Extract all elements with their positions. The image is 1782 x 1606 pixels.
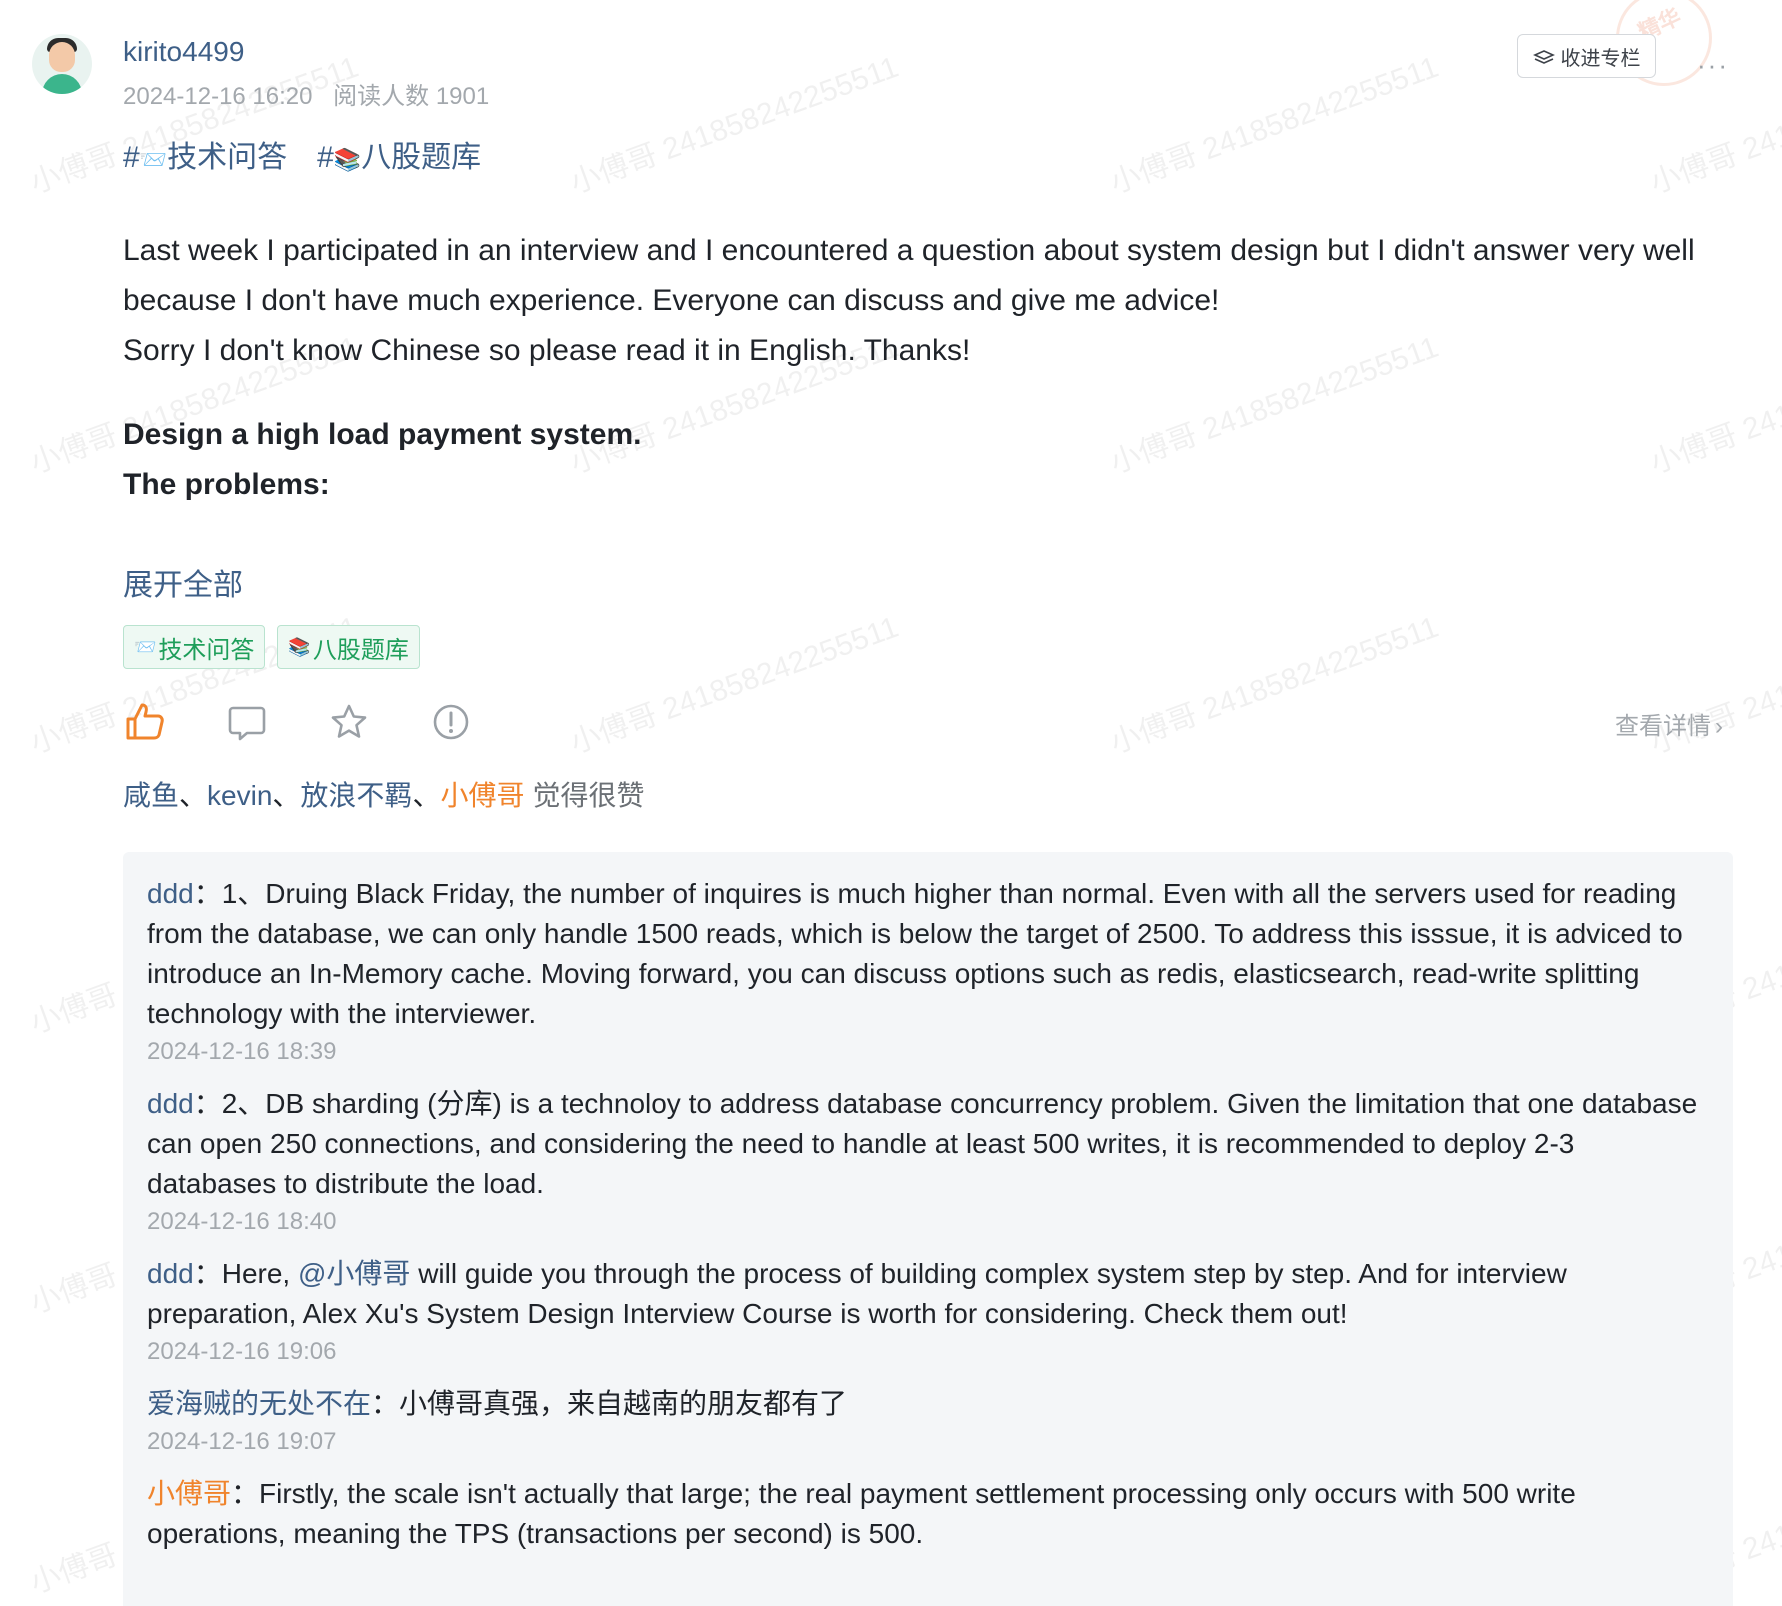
comment-item: ddd：2、DB sharding (分库) is a technoloy to… xyxy=(147,1084,1709,1236)
comment-author[interactable]: ddd xyxy=(147,878,194,909)
comment-text: 小傅哥真强，来自越南的朋友都有了 xyxy=(399,1388,848,1419)
comment-time: 2024-12-16 19:06 xyxy=(147,1338,337,1365)
post-content: Last week I participated in an interview… xyxy=(123,226,1733,510)
post-meta: 2024-12-16 16:20 阅读人数 1901 xyxy=(123,76,489,111)
topic-list: #📨技术问答 #📚八股题库 xyxy=(123,132,481,176)
liker-name[interactable]: kevin xyxy=(207,780,272,811)
comment-mention[interactable]: @小傅哥 xyxy=(298,1258,410,1289)
post-paragraph: Sorry I don't know Chinese so please rea… xyxy=(123,334,971,367)
comment-text: 1、Druing Black Friday, the number of inq… xyxy=(147,878,1683,1029)
comment-icon xyxy=(228,706,266,741)
comment-author[interactable]: ddd xyxy=(147,1088,194,1119)
collect-to-column-button[interactable]: 收进专栏 xyxy=(1517,34,1656,78)
comment-list: ddd：1、Druing Black Friday, the number of… xyxy=(123,852,1733,1606)
comment-item: 爱海贼的无处不在：小傅哥真强，来自越南的朋友都有了 2024-12-16 19:… xyxy=(147,1384,1709,1456)
comment-item: ddd：Here, @小傅哥 will guide you through th… xyxy=(147,1254,1709,1366)
comment-author[interactable]: ddd xyxy=(147,1258,194,1289)
comment-author[interactable]: 小傅哥 xyxy=(147,1478,231,1509)
tag-tech-qa[interactable]: 📨 技术问答 xyxy=(123,625,266,669)
comment-item: 小傅哥：Firstly, the scale isn't actually th… xyxy=(147,1478,1576,1549)
post-heading: Design a high load payment system. xyxy=(123,418,642,451)
topic-question-bank[interactable]: #📚八股题库 xyxy=(317,132,481,176)
read-count: 阅读人数 1901 xyxy=(333,83,490,110)
expand-all-link[interactable]: 展开全部 xyxy=(123,560,243,604)
liker-name[interactable]: 咸鱼 xyxy=(123,780,179,811)
action-bar xyxy=(123,700,473,744)
topic-tech-qa[interactable]: #📨技术问答 xyxy=(123,132,287,176)
like-button[interactable] xyxy=(123,700,167,744)
author-username[interactable]: kirito4499 xyxy=(123,36,244,68)
chevron-right-icon: › xyxy=(1715,713,1723,740)
watermark: 小傅哥 241858242255511 xyxy=(1105,610,1443,761)
report-button[interactable] xyxy=(429,700,473,744)
comment-time: 2024-12-16 18:39 xyxy=(147,1038,337,1065)
comment-time: 2024-12-16 19:07 xyxy=(147,1428,337,1455)
comment-item: ddd：1、Druing Black Friday, the number of… xyxy=(147,874,1709,1066)
post-date: 2024-12-16 16:20 xyxy=(123,83,313,110)
liker-name[interactable]: 放浪不羁 xyxy=(300,780,412,811)
report-icon xyxy=(433,704,469,740)
more-options-icon[interactable]: ··· xyxy=(1697,50,1729,81)
post-paragraph: Last week I participated in an interview… xyxy=(123,234,1695,317)
likers-suffix: 觉得很赞 xyxy=(532,780,645,811)
comment-time: 2024-12-16 18:40 xyxy=(147,1208,337,1235)
favorite-button[interactable] xyxy=(327,700,371,744)
liker-name-highlight[interactable]: 小傅哥 xyxy=(440,780,524,811)
comment-text: 2、DB sharding (分库) is a technoloy to add… xyxy=(147,1088,1698,1199)
avatar[interactable] xyxy=(32,34,92,94)
watermark: 小傅哥 241858242255511 xyxy=(565,610,903,761)
comment-button[interactable] xyxy=(225,700,269,744)
post-subheading: The problems: xyxy=(123,468,330,501)
watermark: 小傅哥 241858242255511 xyxy=(1105,50,1443,201)
watermark: 小傅哥 241858242255511 xyxy=(565,50,903,201)
comment-author[interactable]: 爱海贼的无处不在 xyxy=(147,1388,371,1419)
stack-icon xyxy=(1532,50,1555,64)
collect-label: 收进专栏 xyxy=(1560,47,1641,70)
likers-line: 咸鱼、kevin、放浪不羁、小傅哥 觉得很赞 xyxy=(123,780,645,811)
star-icon xyxy=(331,704,367,738)
comment-text: Here, xyxy=(221,1258,298,1289)
comment-text: Firstly, the scale isn't actually that l… xyxy=(147,1478,1576,1549)
thumbs-up-icon xyxy=(126,703,164,740)
view-details-link[interactable]: 查看详情 › xyxy=(1615,706,1723,741)
tag-list: 📨 技术问答 📚 八股题库 xyxy=(123,625,420,669)
tag-question-bank[interactable]: 📚 八股题库 xyxy=(277,625,420,669)
